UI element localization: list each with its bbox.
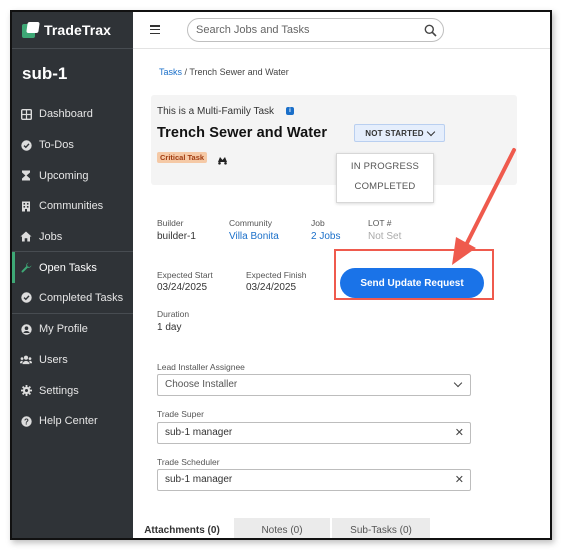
sidebar-item-label: Settings — [39, 384, 79, 397]
main-content: Tasks / Trench Sewer and Water This is a… — [133, 50, 550, 538]
clear-icon[interactable]: ✕ — [455, 473, 464, 487]
expected-finish-label: Expected Finish — [246, 270, 307, 280]
builder-label: Builder — [157, 218, 184, 228]
search-icon[interactable] — [424, 24, 437, 37]
brand-logo-icon — [22, 21, 40, 39]
tab-notes[interactable]: Notes (0) — [234, 518, 330, 538]
breadcrumb-current: Trench Sewer and Water — [189, 67, 289, 77]
sidebar-item-label: To-Dos — [39, 139, 74, 152]
sidebar-item-users[interactable]: Users — [12, 345, 133, 376]
expected-start-label: Expected Start — [157, 270, 213, 280]
sidebar-item-jobs[interactable]: Jobs — [12, 222, 133, 253]
sidebar: TradeTrax sub-1 Dashboard To-Dos Upcomin — [12, 12, 133, 538]
sidebar-item-todos[interactable]: To-Dos — [12, 130, 133, 161]
breadcrumb-separator: / — [184, 67, 188, 77]
community-link[interactable]: Villa Bonita — [229, 231, 279, 242]
status-option-completed[interactable]: COMPLETED — [337, 177, 433, 197]
user-icon — [20, 323, 32, 335]
critical-task-badge: Critical Task — [157, 152, 208, 163]
sidebar-nav: Dashboard To-Dos Upcoming Communities Jo… — [12, 99, 133, 437]
task-header-card: This is a Multi-Family Task i Trench Sew… — [151, 95, 517, 185]
building-icon — [20, 200, 32, 212]
lot-value: Not Set — [368, 231, 402, 242]
search-bar — [187, 18, 444, 42]
tab-attachments[interactable]: Attachments (0) — [133, 518, 231, 538]
trade-scheduler-value: sub-1 manager — [165, 474, 233, 485]
task-title: Trench Sewer and Water — [157, 125, 328, 141]
trade-scheduler-label: Trade Scheduler — [157, 457, 220, 467]
lead-installer-value: Choose Installer — [165, 379, 238, 390]
sidebar-item-communities[interactable]: Communities — [12, 191, 133, 222]
brand-name: TradeTrax — [44, 22, 112, 38]
sidebar-item-label: My Profile — [39, 323, 88, 336]
sidebar-item-label: Upcoming — [39, 169, 89, 182]
sidebar-item-label: Jobs — [39, 230, 63, 243]
tab-sub-tasks[interactable]: Sub-Tasks (0) — [332, 518, 430, 538]
builder-value: builder-1 — [157, 231, 196, 242]
job-label: Job — [311, 218, 325, 228]
chevron-down-icon — [453, 378, 463, 388]
expected-start-value: 03/24/2025 — [157, 282, 208, 293]
trade-scheduler-select[interactable]: sub-1 manager ✕ — [157, 469, 471, 491]
expected-finish-value: 03/24/2025 — [246, 282, 297, 293]
brand[interactable]: TradeTrax — [12, 12, 133, 49]
wrench-icon — [20, 262, 32, 274]
status-label: NOT STARTED — [365, 128, 424, 138]
sidebar-item-label: Communities — [39, 200, 104, 213]
job-link[interactable]: 2 Jobs — [311, 231, 340, 242]
clear-icon[interactable]: ✕ — [455, 426, 464, 440]
lead-installer-select[interactable]: Choose Installer — [157, 374, 471, 396]
svg-text:?: ? — [24, 417, 29, 426]
sidebar-item-completed-tasks[interactable]: Completed Tasks — [12, 283, 133, 314]
breadcrumb-tasks-link[interactable]: Tasks — [159, 67, 182, 77]
send-update-request-button[interactable]: Send Update Request — [340, 268, 484, 298]
sidebar-item-label: Users — [39, 353, 68, 366]
community-label: Community — [229, 218, 272, 228]
lead-installer-label: Lead Installer Assignee — [157, 362, 245, 372]
trade-super-select[interactable]: sub-1 manager ✕ — [157, 422, 471, 444]
check-circle-icon — [20, 139, 32, 151]
check-circle-icon — [20, 292, 32, 304]
users-icon — [20, 354, 32, 366]
search-input[interactable] — [196, 23, 416, 37]
sidebar-item-label: Open Tasks — [39, 261, 97, 274]
status-dropdown-button[interactable]: NOT STARTED — [354, 124, 445, 142]
sidebar-item-my-profile[interactable]: My Profile — [12, 314, 133, 345]
hourglass-icon — [20, 170, 32, 182]
app-window: TradeTrax sub-1 Dashboard To-Dos Upcomin — [10, 10, 552, 540]
help-icon: ? — [20, 415, 32, 427]
dashboard-icon — [20, 108, 32, 120]
topbar — [133, 12, 550, 49]
gear-icon — [20, 385, 32, 397]
lot-label: LOT # — [368, 218, 392, 228]
info-icon[interactable]: i — [286, 107, 294, 115]
trade-super-label: Trade Super — [157, 409, 204, 419]
task-type-text: This is a Multi-Family Task — [157, 106, 275, 117]
duration-label: Duration — [157, 309, 190, 319]
trade-super-value: sub-1 manager — [165, 427, 233, 438]
status-option-in-progress[interactable]: IN PROGRESS — [337, 157, 433, 177]
sidebar-item-label: Dashboard — [39, 108, 93, 121]
chevron-down-icon — [426, 127, 435, 136]
home-icon — [20, 231, 32, 243]
sidebar-item-label: Completed Tasks — [39, 291, 124, 304]
hamburger-menu-icon[interactable] — [150, 25, 160, 35]
duration-value: 1 day — [157, 322, 182, 333]
sidebar-item-dashboard[interactable]: Dashboard — [12, 99, 133, 130]
breadcrumb: Tasks / Trench Sewer and Water — [159, 67, 289, 77]
sidebar-item-settings[interactable]: Settings — [12, 375, 133, 406]
sidebar-item-help-center[interactable]: ? Help Center — [12, 406, 133, 437]
checkpoint-icon — [217, 152, 228, 165]
account-name: sub-1 — [22, 64, 68, 83]
sidebar-item-label: Help Center — [39, 415, 98, 428]
sidebar-item-upcoming[interactable]: Upcoming — [12, 160, 133, 191]
status-dropdown-menu: IN PROGRESS COMPLETED — [336, 153, 434, 203]
sidebar-item-open-tasks[interactable]: Open Tasks — [12, 252, 133, 284]
